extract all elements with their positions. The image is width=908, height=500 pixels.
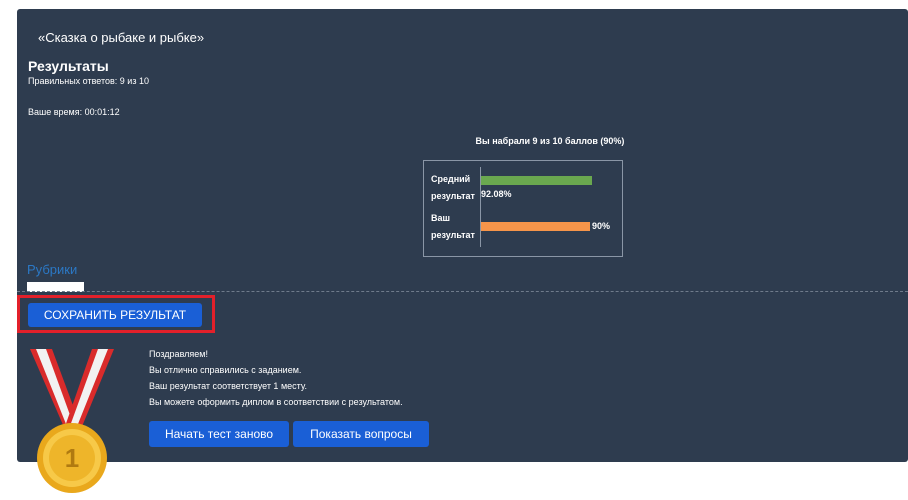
bar-value-yours: 90% (592, 221, 611, 231)
bar-average (481, 176, 592, 185)
congrats-message: Поздравляем! Вы отлично справились с зад… (149, 346, 403, 410)
save-result-button[interactable]: СОХРАНИТЬ РЕЗУЛЬТАТ (28, 303, 202, 327)
congrats-line-4: Вы можете оформить диплом в соответствии… (149, 397, 403, 407)
medal-place-number: 1 (65, 443, 79, 473)
congrats-line-3: Ваш результат соответствует 1 месту. (149, 381, 307, 391)
score-heading: Вы набрали 9 из 10 баллов (90%) (475, 136, 625, 146)
divider (17, 291, 908, 292)
bar-yours (481, 222, 590, 231)
show-questions-button[interactable]: Показать вопросы (293, 421, 429, 447)
gold-medal-icon: 1 (22, 343, 122, 500)
restart-test-button[interactable]: Начать тест заново (149, 421, 289, 447)
time-text: Ваше время: 00:01:12 (28, 107, 120, 117)
bar-value-average: 92.08% (481, 189, 512, 199)
correct-answers-text: Правильных ответов: 9 из 10 (28, 76, 149, 86)
congrats-line-2: Вы отлично справились с заданием. (149, 365, 302, 375)
rubrics-link[interactable]: Рубрики (27, 262, 77, 277)
congrats-line-1: Поздравляем! (149, 349, 208, 359)
quiz-title: «Сказка о рыбаке и рыбке» (38, 30, 205, 45)
results-heading: Результаты (28, 58, 109, 74)
